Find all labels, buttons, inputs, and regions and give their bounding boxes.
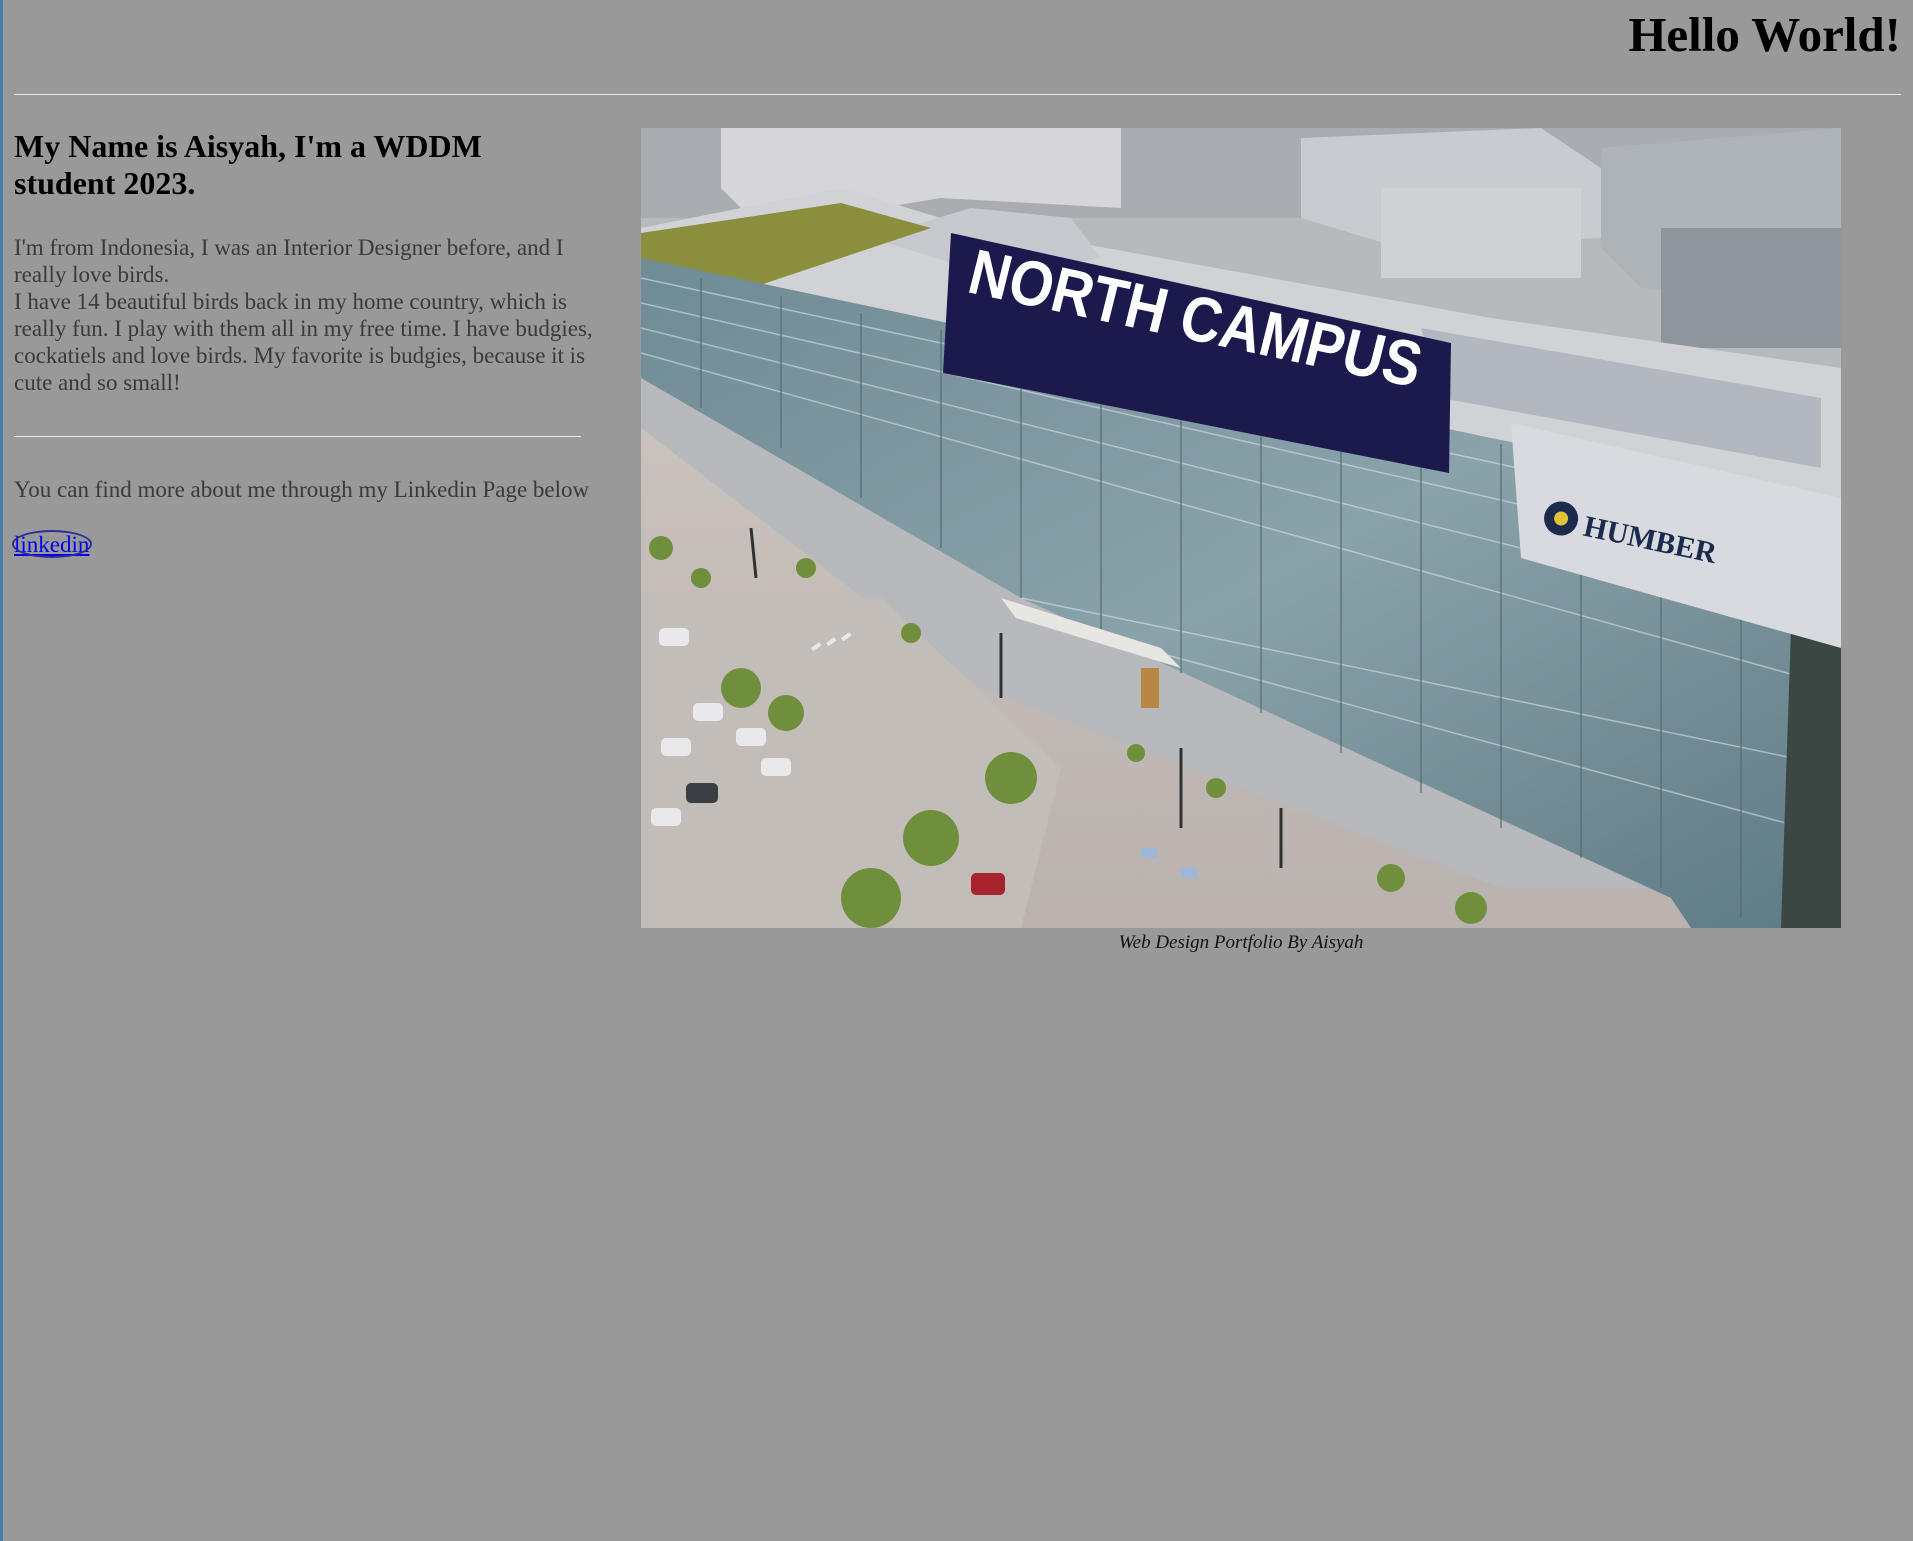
bio-line-1: I'm from Indonesia, I was an Interior De… bbox=[14, 235, 564, 287]
header-divider bbox=[14, 94, 1901, 95]
bio-paragraph: I'm from Indonesia, I was an Interior De… bbox=[14, 234, 594, 396]
campus-photo: HUMBER NORTH CAMPUS bbox=[641, 128, 1841, 928]
linkedin-link[interactable]: linkedin bbox=[14, 531, 89, 558]
intro-heading: My Name is Aisyah, I'm a WDDM student 20… bbox=[14, 128, 482, 201]
window-left-edge bbox=[0, 0, 3, 1541]
campus-photo-illustration: HUMBER NORTH CAMPUS bbox=[641, 128, 1841, 928]
linkedin-prompt: You can find more about me through my Li… bbox=[14, 477, 590, 502]
photo-caption: Web Design Portfolio By Aisyah bbox=[1118, 932, 1364, 953]
page-title: Hello World! bbox=[1628, 7, 1901, 62]
bio-line-2: I have 14 beautiful birds back in my hom… bbox=[14, 289, 593, 395]
section-divider bbox=[14, 436, 581, 437]
